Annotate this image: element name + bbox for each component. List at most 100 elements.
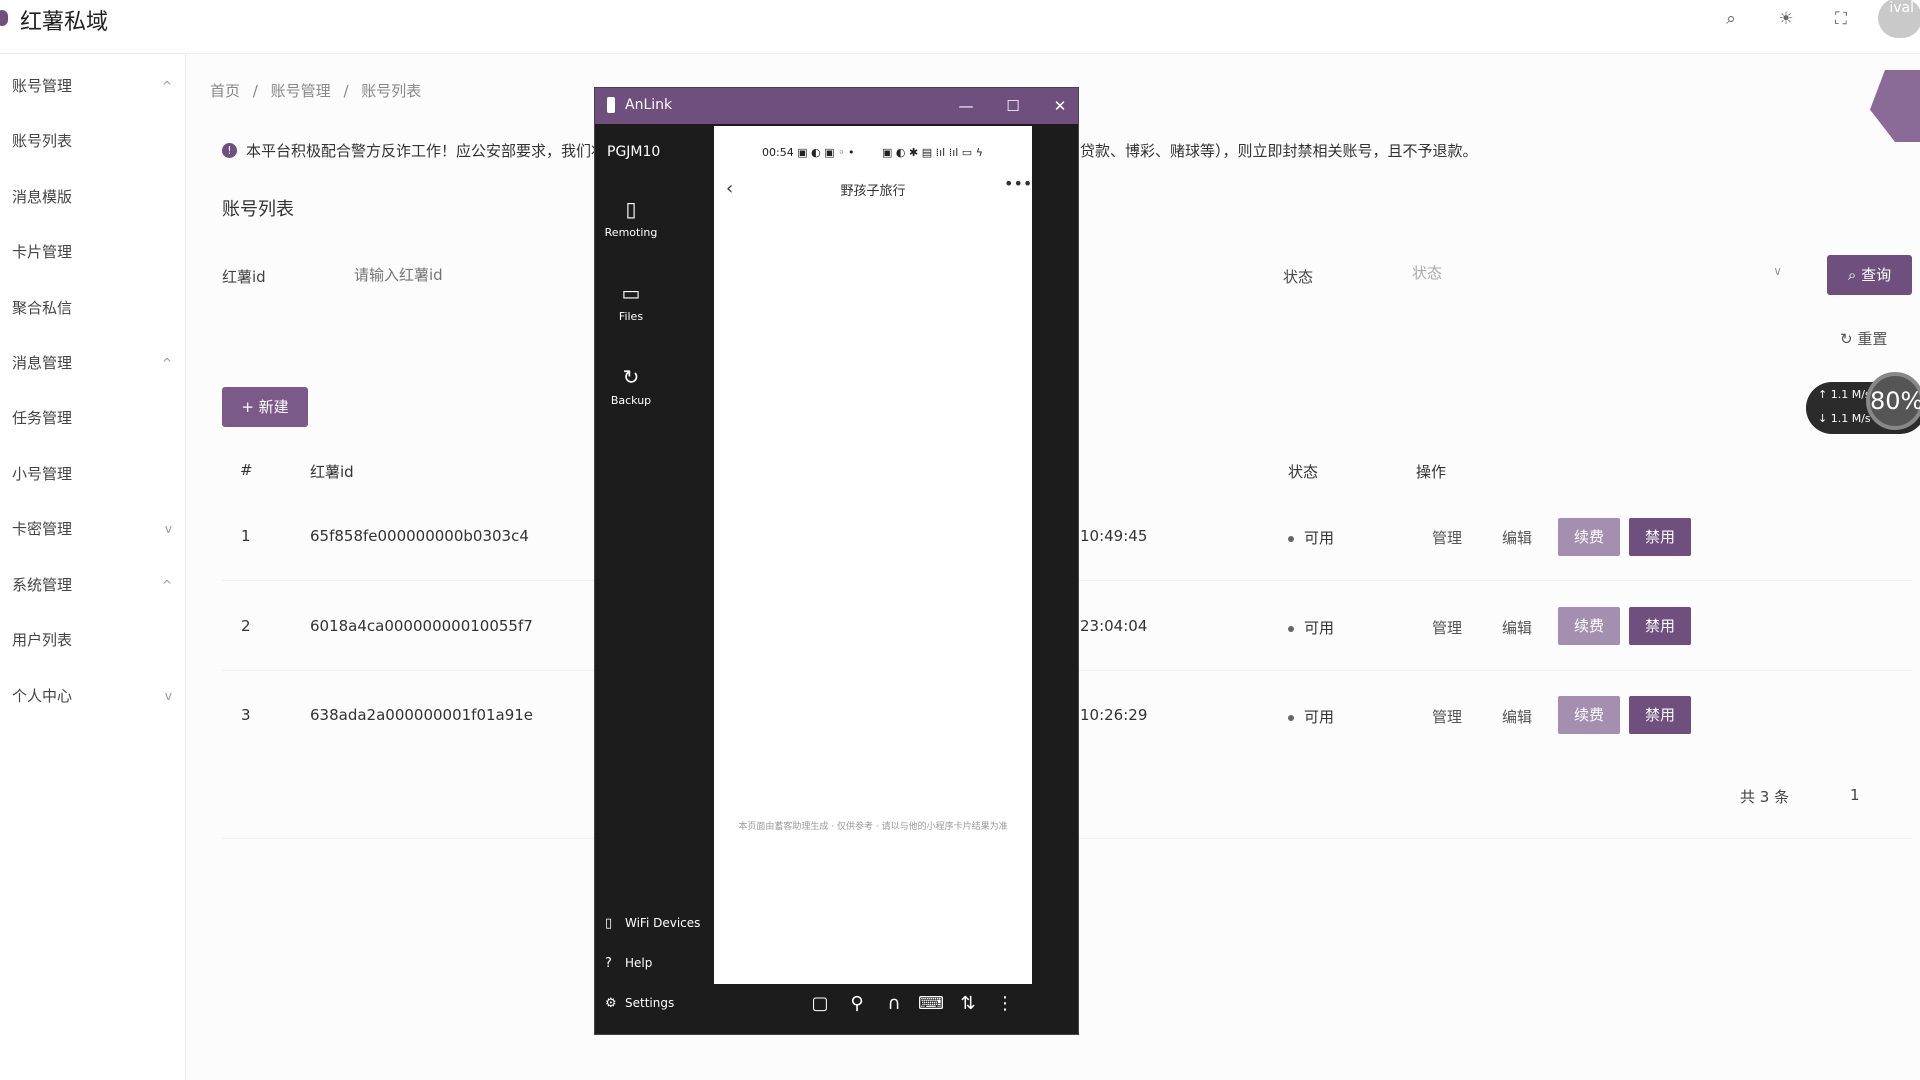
app-title: 红薯私域 [20, 10, 109, 35]
row-3-edit-link[interactable]: 编辑 [1502, 706, 1532, 727]
row-1-manage-link[interactable]: 管理 [1432, 527, 1462, 548]
row-1-status-text: 可用 [1304, 529, 1335, 547]
sidebar-item-label: 个人中心 [12, 687, 73, 705]
phone-page-title: 野孩子旅行 [840, 184, 906, 199]
row-2-renew-button[interactable]: 续费 [1558, 607, 1620, 645]
help-button[interactable]: ? Help [605, 956, 652, 971]
chevron-down-icon: v [164, 522, 172, 536]
backup-icon: ↻ [622, 365, 640, 389]
download-speed-value: 1.1 [1830, 412, 1849, 425]
sidebar-item-user-list[interactable]: 用户列表 [12, 628, 172, 652]
row-3-time: 10:26:29 [1080, 706, 1148, 724]
new-button[interactable]: + 新建 [222, 387, 308, 427]
transfer-icon[interactable]: ⇅ [954, 993, 982, 1014]
device-name: PGJM10 [607, 144, 661, 160]
wifi-devices-label: WiFi Devices [625, 916, 701, 930]
minimize-icon[interactable]: — [954, 94, 978, 118]
close-icon[interactable]: ✕ [1048, 94, 1072, 118]
maximize-icon[interactable]: ☐ [1001, 94, 1025, 118]
sidebar-item-message-template[interactable]: 消息模版 [12, 185, 172, 209]
breadcrumb-home[interactable]: 首页 [210, 82, 240, 100]
row-2-edit-link[interactable]: 编辑 [1502, 617, 1532, 638]
row-2-time: 23:04:04 [1080, 617, 1148, 635]
wifi-device-icon: ▯ [605, 916, 613, 931]
settings-button[interactable]: ⚙ Settings [605, 996, 674, 1011]
upload-speed-value: 1.1 [1830, 388, 1849, 401]
status-dot-icon [1288, 625, 1294, 632]
upload-speed: ↑ 1.1 M/s [1818, 388, 1871, 401]
row-2-manage-link[interactable]: 管理 [1432, 617, 1462, 638]
more-horizontal-icon[interactable]: ••• [1004, 174, 1032, 193]
nav-backup[interactable]: ↻ Backup [595, 364, 667, 407]
logo-icon [0, 10, 8, 26]
sidebar-item-aggregate-dm[interactable]: 聚合私信 [12, 296, 172, 320]
nav-remoting[interactable]: ▯ Remoting [595, 196, 667, 239]
sidebar-item-label: 消息管理 [12, 354, 73, 372]
row-2-ban-button[interactable]: 禁用 [1629, 607, 1691, 645]
memory-percent-ring: 80% [1866, 372, 1920, 430]
phone-status-bar: 00:54 ▣ ◐ ▣ ◦ • [762, 146, 855, 159]
breadcrumb: 首页 / 账号管理 / 账号列表 [210, 80, 429, 101]
sidebar-item-system-management[interactable]: 系统管理 ^ [12, 573, 172, 597]
status-icons-right: ▣ ◐ ✱ ▤ ⁞ıl ⁞ıl ▭ ϟ [882, 146, 983, 159]
wifi-devices-button[interactable]: ▯ WiFi Devices [605, 916, 700, 931]
row-3-renew-button[interactable]: 续费 [1558, 696, 1620, 734]
headset-icon[interactable]: ∩ [880, 993, 908, 1014]
row-1-index: 1 [241, 527, 251, 545]
fullscreen-icon[interactable]: ⛶ [1830, 8, 1852, 30]
row-3-ban-button[interactable]: 禁用 [1629, 696, 1691, 734]
row-2-index: 2 [241, 617, 251, 635]
avatar[interactable]: ival [1878, 0, 1920, 38]
help-icon: ? [605, 956, 612, 971]
app-root: 红薯私域 ⌕ ☀ ⛶ ival 账号管理 ^ 账号列表 消息模版 卡片管理 聚合私… [0, 0, 1920, 1080]
row-1-ban-button[interactable]: 禁用 [1629, 518, 1691, 556]
pagination-page-1[interactable]: 1 [1850, 786, 1860, 804]
row-3-manage-link[interactable]: 管理 [1432, 706, 1462, 727]
usb-icon[interactable]: ⚲ [843, 993, 871, 1014]
row-2-id: 6018a4ca00000000010055f7 [310, 617, 533, 635]
phone-screen[interactable]: 00:54 ▣ ◐ ▣ ◦ • ▣ ◐ ✱ ▤ ⁞ıl ⁞ıl ▭ ϟ ‹ 野孩… [714, 126, 1032, 984]
reset-button-label: 重置 [1857, 330, 1888, 348]
anlink-window: AnLink — ☐ ✕ PGJM10 ▯ Remoting ▭ Files ↻… [594, 87, 1079, 1035]
anlink-titlebar[interactable]: AnLink — ☐ ✕ [595, 88, 1078, 124]
breadcrumb-account-management[interactable]: 账号管理 [271, 82, 331, 100]
sidebar-item-card-management[interactable]: 卡片管理 [12, 240, 172, 264]
row-1-id: 65f858fe000000000b0303c4 [310, 527, 529, 545]
settings-icon: ⚙ [605, 996, 617, 1011]
more-vertical-icon[interactable]: ⋮ [991, 993, 1019, 1014]
sidebar: 账号管理 ^ 账号列表 消息模版 卡片管理 聚合私信 消息管理 ^ 任务管理 小号管… [0, 54, 186, 1080]
row-1-renew-button[interactable]: 续费 [1558, 518, 1620, 556]
sidebar-item-personal-center[interactable]: 个人中心 v [12, 684, 172, 708]
sidebar-item-card-key[interactable]: 卡密管理 v [12, 517, 172, 541]
window-icon[interactable]: ▢ [806, 993, 834, 1014]
notice-text-right: 贷款、博彩、赌球等），则立即封禁相关账号，且不予退款。 [1080, 142, 1478, 160]
chevron-down-icon: v [164, 689, 172, 703]
anlink-title: AnLink [625, 97, 673, 113]
nav-files[interactable]: ▭ Files [595, 280, 667, 323]
id-search-input[interactable] [354, 258, 574, 292]
notice-text-left: 本平台积极配合警方反诈工作！应公安部要求，我们将 [246, 142, 607, 160]
sidebar-item-sub-account[interactable]: 小号管理 [12, 462, 172, 486]
sidebar-item-label: 系统管理 [12, 576, 73, 594]
status-icons-left: ▣ ◐ ▣ ◦ • [797, 146, 855, 159]
query-button[interactable]: ⌕ 查询 [1827, 255, 1912, 295]
chevron-up-icon: ^ [161, 356, 172, 370]
settings-label: Settings [625, 996, 675, 1010]
search-icon[interactable]: ⌕ [1720, 8, 1742, 30]
status-filter-label: 状态 [1283, 268, 1314, 286]
reset-button[interactable]: ↻ 重置 [1840, 328, 1887, 349]
sidebar-item-account-list[interactable]: 账号列表 [12, 129, 172, 153]
keyboard-icon[interactable]: ⌨ [917, 993, 945, 1014]
download-speed-unit: M/s [1851, 412, 1871, 425]
row-1-edit-link[interactable]: 编辑 [1502, 527, 1532, 548]
header-status: 状态 [1288, 463, 1319, 481]
sidebar-item-account-management[interactable]: 账号管理 ^ [12, 74, 172, 98]
status-select[interactable]: 状态 ∨ [1412, 262, 1782, 290]
sidebar-item-task-management[interactable]: 任务管理 [12, 406, 172, 430]
sidebar-item-message-management[interactable]: 消息管理 ^ [12, 351, 172, 375]
sun-icon[interactable]: ☀ [1775, 8, 1797, 30]
row-3-id: 638ada2a000000001f01a91e [310, 706, 534, 724]
nav-files-label: Files [618, 310, 644, 323]
sidebar-item-label: 账号列表 [12, 132, 73, 150]
phone-time: 00:54 [762, 146, 794, 159]
